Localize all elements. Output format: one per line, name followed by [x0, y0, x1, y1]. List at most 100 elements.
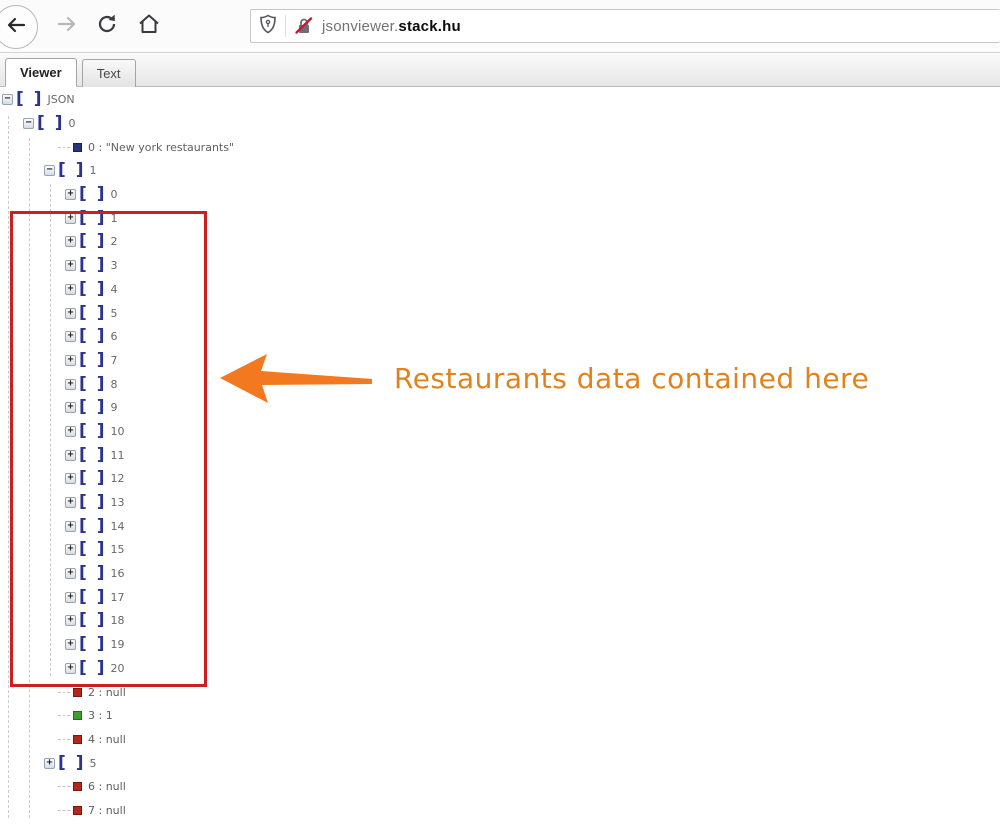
node-label[interactable]: JSON [47, 93, 74, 106]
array-bracket-icon[interactable]: [ ] [79, 281, 106, 298]
tree-row: +[ ] 1 [0, 206, 1000, 230]
expand-toggle-icon[interactable]: + [65, 473, 76, 484]
array-bracket-icon[interactable]: [ ] [79, 612, 106, 629]
node-label[interactable]: 11 [110, 449, 124, 462]
expand-toggle-icon[interactable]: + [65, 568, 76, 579]
expand-toggle-icon[interactable]: + [65, 308, 76, 319]
node-label[interactable]: 12 [110, 472, 124, 485]
node-label[interactable]: 9 [110, 401, 117, 414]
node-label[interactable]: 1 [110, 212, 117, 225]
leaf-text[interactable]: 2 : null [88, 686, 126, 699]
node-label[interactable]: 13 [110, 496, 124, 509]
expand-toggle-icon[interactable]: + [65, 189, 76, 200]
expand-toggle-icon[interactable]: + [65, 639, 76, 650]
tree-row: +[ ] 14 [0, 514, 1000, 538]
array-bracket-icon[interactable]: [ ] [79, 376, 106, 393]
node-label[interactable]: 18 [110, 614, 124, 627]
expand-toggle-icon[interactable]: + [65, 663, 76, 674]
array-bracket-icon[interactable]: [ ] [79, 352, 106, 369]
leaf-connector [58, 692, 70, 693]
node-label[interactable]: 19 [110, 638, 124, 651]
node-label[interactable]: 14 [110, 520, 124, 533]
address-bar[interactable]: jsonviewer.stack.hu [250, 9, 1000, 43]
collapse-toggle-icon[interactable]: − [23, 118, 34, 129]
expand-toggle-icon[interactable]: + [65, 236, 76, 247]
tree-row: +[ ] 3 [0, 254, 1000, 278]
array-bracket-icon[interactable]: [ ] [58, 162, 85, 179]
array-bracket-icon[interactable]: [ ] [58, 755, 85, 772]
node-label[interactable]: 5 [89, 757, 96, 770]
tab-viewer[interactable]: Viewer [5, 58, 77, 87]
node-label[interactable]: 1 [89, 164, 96, 177]
node-label[interactable]: 16 [110, 567, 124, 580]
array-bracket-icon[interactable]: [ ] [79, 447, 106, 464]
node-label[interactable]: 10 [110, 425, 124, 438]
node-label[interactable]: 20 [110, 662, 124, 675]
leaf-text[interactable]: 3 : 1 [88, 709, 113, 722]
array-bracket-icon[interactable]: [ ] [79, 589, 106, 606]
array-bracket-icon[interactable]: [ ] [79, 305, 106, 322]
node-label[interactable]: 2 [110, 235, 117, 248]
node-label[interactable]: 4 [110, 283, 117, 296]
array-bracket-icon[interactable]: [ ] [79, 328, 106, 345]
node-label[interactable]: 0 [68, 117, 75, 130]
array-bracket-icon[interactable]: [ ] [79, 636, 106, 653]
reload-button[interactable] [88, 7, 126, 45]
expand-toggle-icon[interactable]: + [65, 402, 76, 413]
leaf-text[interactable]: 4 : null [88, 733, 126, 746]
home-button[interactable] [130, 7, 168, 45]
collapse-toggle-icon[interactable]: − [44, 165, 55, 176]
expand-toggle-icon[interactable]: + [65, 331, 76, 342]
array-bracket-icon[interactable]: [ ] [79, 210, 106, 227]
node-label[interactable]: 6 [110, 330, 117, 343]
array-bracket-icon[interactable]: [ ] [79, 399, 106, 416]
expand-toggle-icon[interactable]: + [65, 544, 76, 555]
array-bracket-icon[interactable]: [ ] [79, 423, 106, 440]
array-bracket-icon[interactable]: [ ] [16, 91, 43, 108]
expand-toggle-icon[interactable]: + [65, 379, 76, 390]
node-label[interactable]: 8 [110, 378, 117, 391]
tree-row: 0 : "New york restaurants" [0, 135, 1000, 159]
array-bracket-icon[interactable]: [ ] [79, 518, 106, 535]
leaf-text[interactable]: 7 : null [88, 804, 126, 817]
expand-toggle-icon[interactable]: + [65, 426, 76, 437]
array-bracket-icon[interactable]: [ ] [79, 233, 106, 250]
array-bracket-icon[interactable]: [ ] [79, 565, 106, 582]
insecure-lock-icon[interactable] [294, 16, 314, 36]
node-label[interactable]: 0 [110, 188, 117, 201]
tree-row: 4 : null [0, 728, 1000, 752]
tree-row: −[ ] 1 [0, 159, 1000, 183]
expand-toggle-icon[interactable]: + [65, 615, 76, 626]
array-bracket-icon[interactable]: [ ] [37, 115, 64, 132]
tracking-shield-icon[interactable] [259, 14, 277, 39]
expand-toggle-icon[interactable]: + [65, 355, 76, 366]
expand-toggle-icon[interactable]: + [65, 521, 76, 532]
array-bracket-icon[interactable]: [ ] [79, 660, 106, 677]
expand-toggle-icon[interactable]: + [65, 592, 76, 603]
array-bracket-icon[interactable]: [ ] [79, 541, 106, 558]
expand-toggle-icon[interactable]: + [65, 260, 76, 271]
expand-toggle-icon[interactable]: + [44, 758, 55, 769]
tab-text[interactable]: Text [82, 59, 136, 87]
leaf-text[interactable]: 6 : null [88, 780, 126, 793]
array-bracket-icon[interactable]: [ ] [79, 470, 106, 487]
expand-toggle-icon[interactable]: + [65, 497, 76, 508]
node-label[interactable]: 17 [110, 591, 124, 604]
collapse-toggle-icon[interactable]: − [2, 94, 13, 105]
expand-toggle-icon[interactable]: + [65, 284, 76, 295]
array-bracket-icon[interactable]: [ ] [79, 494, 106, 511]
array-bracket-icon[interactable]: [ ] [79, 257, 106, 274]
leaf-text[interactable]: 0 : "New york restaurants" [88, 141, 234, 154]
node-label[interactable]: 7 [110, 354, 117, 367]
node-label[interactable]: 3 [110, 259, 117, 272]
array-bracket-icon[interactable]: [ ] [79, 186, 106, 203]
node-label[interactable]: 5 [110, 307, 117, 320]
tree-row: +[ ] 2 [0, 230, 1000, 254]
expand-toggle-icon[interactable]: + [65, 213, 76, 224]
expand-toggle-icon[interactable]: + [65, 450, 76, 461]
back-button[interactable] [0, 5, 38, 49]
forward-button[interactable] [48, 7, 86, 45]
tree-row: +[ ] 12 [0, 467, 1000, 491]
node-label[interactable]: 15 [110, 543, 124, 556]
leaf-connector [58, 147, 70, 148]
